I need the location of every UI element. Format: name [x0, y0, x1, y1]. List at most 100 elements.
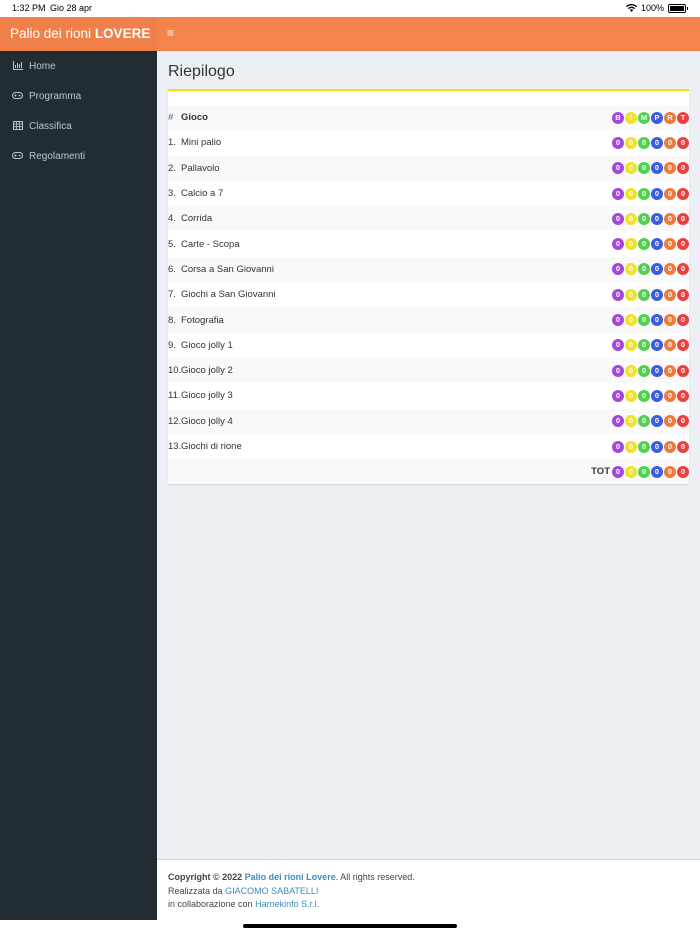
total-label: TOT [591, 466, 610, 478]
rione-badge-r: R [664, 111, 676, 124]
game-name: Gioco jolly 3 [181, 390, 233, 402]
score-badge-p: 0 [651, 364, 663, 377]
sidebar-item-label: Regolamenti [29, 150, 86, 162]
box-spacer [168, 91, 689, 105]
score-badge-b: 0 [612, 465, 624, 478]
row-scores: 000000 [612, 440, 689, 453]
score-badge-m: 0 [638, 339, 650, 352]
score-badge-t: 0 [677, 364, 689, 377]
sidebar-item-label: Home [29, 60, 56, 72]
sidebar-item-home[interactable]: Home [0, 51, 157, 81]
score-badge-i: 0 [625, 136, 637, 149]
battery-percent: 100% [640, 3, 664, 13]
game-name: Calcio a 7 [181, 188, 224, 200]
rione-badge-p: P [651, 111, 663, 124]
row-scores: 000000 [612, 364, 689, 377]
score-badge-p: 0 [651, 440, 663, 453]
status-bar: 1:32 PM Gio 28 apr 100% [0, 0, 700, 17]
row-scores: 000000 [612, 339, 689, 352]
wifi-icon [625, 4, 637, 12]
top-navbar: ≡ [157, 17, 700, 51]
footer-author-link[interactable]: GIACOMO SABATELLI [225, 886, 318, 896]
footer-author-line: Realizzata da GIACOMO SABATELLI [168, 885, 689, 899]
score-badge-m: 0 [638, 415, 650, 428]
game-name: Gioco jolly 2 [181, 365, 233, 377]
header-num: # [168, 112, 174, 124]
row-scores: 000000 [612, 263, 689, 276]
score-badge-t: 0 [677, 187, 689, 200]
table-row: 3. Calcio a 7000000 [168, 181, 689, 206]
row-number: 9. [168, 339, 176, 351]
footer-made-by: Realizzata da [168, 885, 223, 896]
game-name: Carte - Scopa [181, 238, 240, 250]
sidebar-item-programma[interactable]: Programma [0, 81, 157, 111]
score-badge-m: 0 [638, 162, 650, 175]
score-badge-i: 0 [625, 212, 637, 225]
table-row: 8. Fotografia 0 0 0 0 0 0 [168, 307, 689, 333]
table-row: 11. Gioco jolly 3000000 [168, 383, 689, 408]
row-scores: 000000 [612, 212, 689, 225]
score-badge-t: 0 [677, 212, 689, 225]
footer-partner-link[interactable]: Harnekinfo S.r.l. [255, 899, 319, 909]
row-number: 1. [168, 137, 176, 149]
score-badge-i: 0 [625, 238, 637, 251]
score-badge-p: 0 [651, 314, 663, 327]
score-badge-i: 0 [625, 440, 637, 453]
score-badge-m: 0 [638, 288, 650, 301]
status-time: 1:32 PM [12, 3, 46, 13]
score-badge-t: 0 [677, 162, 689, 175]
score-badge-p: 0 [651, 162, 663, 175]
row-number: 13. [168, 441, 182, 452]
game-name: Gioco jolly 4 [181, 415, 233, 427]
score-badge-r: 0 [664, 415, 676, 428]
score-badge-p: 0 [651, 263, 663, 276]
battery-tip [687, 6, 688, 10]
gamepad-icon [12, 91, 23, 101]
score-badge-b: 0 [612, 136, 624, 149]
footer-collab-line: in collaborazione con Harnekinfo S.r.l. [168, 898, 689, 912]
row-number: 12. [168, 415, 182, 427]
score-badge-m: 0 [638, 263, 650, 276]
row-scores: 000000 [612, 162, 689, 175]
score-badge-t: 0 [677, 440, 689, 453]
score-badge-r: 0 [664, 136, 676, 149]
sidebar: Home Programma Classifica Regolamenti [0, 51, 157, 920]
footer-site-link[interactable]: Palio dei rioni Lovere [245, 872, 336, 882]
brand-prefix: Palio dei rioni [10, 26, 92, 41]
score-badge-t: 0 [677, 288, 689, 301]
score-badge-r: 0 [664, 389, 676, 402]
menu-toggle-icon[interactable]: ≡ [167, 27, 176, 40]
score-badge-r: 0 [664, 440, 676, 453]
score-badge-b: 0 [612, 314, 624, 327]
row-scores: 000000 [612, 238, 689, 251]
score-badge-i: 0 [625, 288, 637, 301]
score-badge-r: 0 [664, 162, 676, 175]
header-game: Gioco [181, 112, 208, 124]
sidebar-item-regolamenti[interactable]: Regolamenti [0, 141, 157, 171]
row-scores: 000000 [612, 415, 689, 428]
score-badge-t: 0 [677, 339, 689, 352]
score-badge-m: 0 [638, 440, 650, 453]
score-badge-p: 0 [651, 187, 663, 200]
game-name: Giochi di rione [181, 441, 242, 452]
row-number: 2. [168, 162, 176, 174]
score-badge-r: 0 [664, 339, 676, 352]
score-badge-i: 0 [625, 162, 637, 175]
score-badge-r: 0 [664, 187, 676, 200]
table-row: 12. Gioco jolly 4000000 [168, 408, 689, 434]
score-badge-b: 0 [612, 288, 624, 301]
score-badge-i: 0 [625, 314, 637, 327]
brand-logo[interactable]: Palio dei rioni LOVERE [0, 17, 157, 51]
score-badge-r: 0 [664, 364, 676, 377]
score-badge-b: 0 [612, 238, 624, 251]
row-number: 4. [168, 213, 176, 225]
table-header-row: # Gioco B I M P R T [168, 105, 689, 131]
score-badge-i: 0 [625, 339, 637, 352]
game-name: Corsa a San Giovanni [181, 263, 274, 275]
score-badge-r: 0 [664, 288, 676, 301]
row-number: 5. [168, 238, 176, 250]
table-total-row: TOT 0 0 0 0 0 0 [168, 459, 689, 485]
game-name: Mini palio [181, 137, 222, 149]
home-indicator[interactable] [243, 924, 457, 928]
sidebar-item-classifica[interactable]: Classifica [0, 111, 157, 141]
